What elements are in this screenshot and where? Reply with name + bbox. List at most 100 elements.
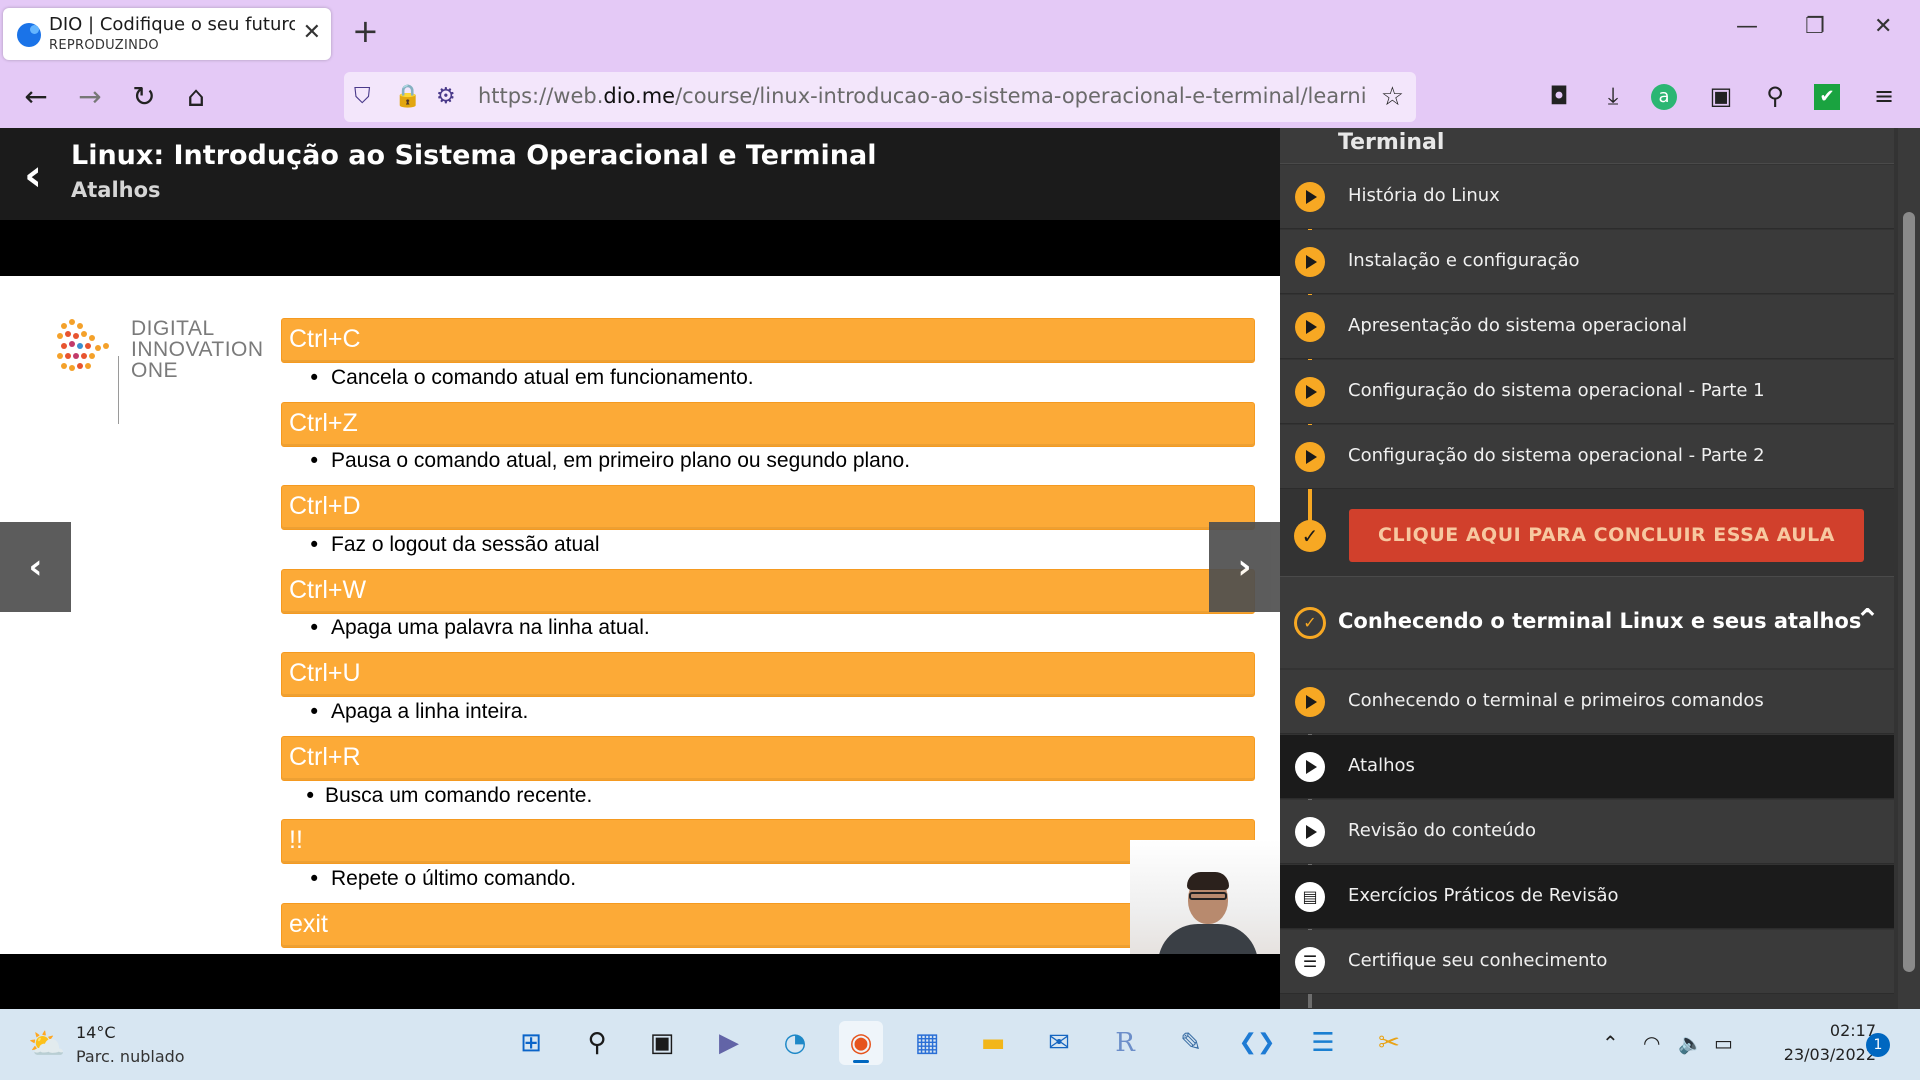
- webcam-person-glasses: [1189, 892, 1227, 900]
- sidebar-item-lesson[interactable]: Configuração do sistema operacional - Pa…: [1280, 425, 1894, 489]
- permissions-icon[interactable]: ⚙: [436, 84, 456, 109]
- document-icon: ▤: [1295, 882, 1325, 912]
- snipping-tool-icon[interactable]: ✂: [1367, 1021, 1411, 1065]
- shortcut-bar: Ctrl+Z: [281, 402, 1255, 447]
- back-chevron-icon[interactable]: ‹: [24, 150, 42, 201]
- sidebar-item-lesson[interactable]: Configuração do sistema operacional - Pa…: [1280, 360, 1894, 424]
- python-icon[interactable]: ✎: [1169, 1021, 1213, 1065]
- webcam-person-body: [1158, 924, 1258, 954]
- close-tab-icon[interactable]: ✕: [303, 20, 321, 45]
- tracking-shield-icon[interactable]: ⛉: [354, 84, 371, 109]
- sidebar-item-quiz[interactable]: ☰ Certifique seu conhecimento: [1280, 930, 1894, 994]
- shortcut-description: Apaga uma palavra na linha atual.: [331, 616, 650, 639]
- bullet: •: [308, 449, 321, 473]
- active-app-indicator: [853, 1060, 869, 1063]
- shortcut-key: Ctrl+W: [289, 576, 367, 604]
- browser-tab[interactable]: DIO | Codifique o seu futuro glo REPRODU…: [3, 8, 331, 60]
- menu-icon[interactable]: ≡: [1868, 82, 1900, 110]
- volume-icon[interactable]: 🔈: [1678, 1031, 1703, 1055]
- instructor-webcam: [1130, 840, 1280, 954]
- sidebar-item-lesson[interactable]: Instalação e configuração: [1280, 230, 1894, 294]
- restore-icon[interactable]: ❐: [1805, 14, 1825, 39]
- extension-check-icon[interactable]: ✔: [1814, 84, 1840, 110]
- check-icon: ✓: [1294, 520, 1326, 552]
- sidebar-item-lesson[interactable]: História do Linux: [1280, 165, 1894, 229]
- lock-icon[interactable]: 🔒: [394, 84, 421, 109]
- clock-time[interactable]: 02:17: [1812, 1021, 1876, 1040]
- wifi-icon[interactable]: ◠: [1643, 1031, 1660, 1055]
- lesson-label: Configuração do sistema operacional - Pa…: [1348, 380, 1765, 401]
- shortcut-key: !!: [289, 826, 303, 854]
- browser-tab-strip: DIO | Codifique o seu futuro glo REPRODU…: [0, 0, 1920, 66]
- shortcut-bar: exit: [281, 903, 1255, 948]
- tab-title: DIO | Codifique o seu futuro glo: [49, 14, 295, 35]
- weather-description[interactable]: Parc. nublado: [76, 1047, 185, 1066]
- sidebar-item-lesson-current[interactable]: Atalhos: [1280, 735, 1894, 799]
- tray-chevron-icon[interactable]: ⌃: [1602, 1031, 1619, 1055]
- play-icon: [1295, 752, 1325, 782]
- url-text[interactable]: https://web.dio.me/course/linux-introduc…: [478, 84, 1368, 108]
- task-view-icon[interactable]: ▣: [640, 1021, 684, 1065]
- store-icon[interactable]: ▦: [905, 1021, 949, 1065]
- extension-box-icon[interactable]: ▣: [1705, 82, 1737, 110]
- lesson-label: Conhecendo o terminal e primeiros comand…: [1348, 690, 1764, 711]
- bullet: •: [308, 700, 321, 724]
- file-explorer-icon[interactable]: ▬: [971, 1021, 1015, 1065]
- minimize-icon[interactable]: —: [1736, 14, 1758, 39]
- mail-icon[interactable]: ✉: [1037, 1021, 1081, 1065]
- address-bar[interactable]: ⛉ 🔒 ⚙ https://web.dio.me/course/linux-in…: [344, 72, 1416, 122]
- notification-badge[interactable]: 1: [1866, 1033, 1890, 1057]
- close-window-icon[interactable]: ✕: [1874, 14, 1892, 39]
- reload-icon[interactable]: ↻: [126, 80, 162, 113]
- downloads-icon[interactable]: ⤓: [1597, 82, 1629, 110]
- bookmark-star-icon[interactable]: ☆: [1381, 82, 1404, 112]
- sidebar-section-header[interactable]: ✓ Conhecendo o terminal Linux e seus ata…: [1280, 576, 1894, 668]
- home-icon[interactable]: ⌂: [178, 80, 214, 113]
- r-app-icon[interactable]: R: [1103, 1021, 1147, 1065]
- sidebar-item-lesson[interactable]: Conhecendo o terminal e primeiros comand…: [1280, 670, 1894, 734]
- sidebar-section-terminal[interactable]: Terminal: [1280, 128, 1894, 164]
- weather-icon[interactable]: ⛅: [28, 1027, 65, 1062]
- play-icon: [1295, 442, 1325, 472]
- new-tab-button[interactable]: +: [352, 12, 379, 50]
- lesson-label: Revisão do conteúdo: [1348, 820, 1537, 841]
- next-slide-button[interactable]: ›: [1209, 522, 1280, 612]
- weather-temperature[interactable]: 14°C: [76, 1023, 116, 1042]
- shortcut-bar: Ctrl+C: [281, 318, 1255, 363]
- vscode-icon[interactable]: ❮❯: [1235, 1021, 1279, 1065]
- logo-line-2: INNOVATION: [131, 338, 264, 361]
- dio-favicon-icon: [17, 23, 41, 47]
- start-icon[interactable]: ⊞: [509, 1021, 553, 1065]
- forward-arrow-icon[interactable]: →: [72, 80, 108, 113]
- clock-date[interactable]: 23/03/2022: [1760, 1045, 1876, 1064]
- chevron-up-icon[interactable]: ⌃: [1855, 603, 1880, 638]
- pocket-icon[interactable]: ◘: [1543, 82, 1575, 110]
- extension-a-icon[interactable]: a: [1651, 84, 1677, 110]
- firefox-icon[interactable]: ◉: [839, 1021, 883, 1065]
- sidebar-scrollbar[interactable]: [1898, 128, 1920, 1009]
- shortcut-description: Cancela o comando atual em funcionamento…: [331, 366, 754, 389]
- play-icon: [1295, 312, 1325, 342]
- lesson-slide: DIGITAL INNOVATION ONE Ctrl+C • Cancela …: [0, 276, 1280, 954]
- prev-slide-button[interactable]: ‹: [0, 522, 71, 612]
- play-icon: [1295, 377, 1325, 407]
- course-sidebar: Terminal História do Linux Instalação e …: [1280, 128, 1920, 1009]
- bullet: •: [308, 366, 321, 390]
- edge-icon[interactable]: ◔: [773, 1021, 817, 1065]
- conclude-lesson-button[interactable]: CLIQUE AQUI PARA CONCLUIR ESSA AULA: [1349, 509, 1864, 562]
- shortcut-bar: Ctrl+D: [281, 485, 1255, 530]
- chat-icon[interactable]: ▶: [707, 1021, 751, 1065]
- extension-search-icon[interactable]: ⚲: [1759, 82, 1791, 110]
- battery-icon[interactable]: ▭: [1714, 1031, 1733, 1055]
- search-icon[interactable]: ⚲: [575, 1021, 619, 1065]
- windows-taskbar: ⛅ 14°C Parc. nublado ⊞ ⚲ ▣ ▶ ◔ ◉ ▦ ▬ ✉ R…: [0, 1009, 1920, 1080]
- sidebar-item-lesson[interactable]: Apresentação do sistema operacional: [1280, 295, 1894, 359]
- webcam-person-hair: [1187, 872, 1229, 890]
- notepad-icon[interactable]: ☰: [1301, 1021, 1345, 1065]
- back-arrow-icon[interactable]: ←: [18, 80, 54, 113]
- scroll-thumb[interactable]: [1903, 212, 1915, 972]
- shortcut-key: Ctrl+C: [289, 325, 361, 353]
- lesson-label: Atalhos: [1348, 755, 1415, 776]
- sidebar-item-lesson[interactable]: Revisão do conteúdo: [1280, 800, 1894, 864]
- sidebar-item-exercise[interactable]: ▤ Exercícios Práticos de Revisão: [1280, 865, 1894, 929]
